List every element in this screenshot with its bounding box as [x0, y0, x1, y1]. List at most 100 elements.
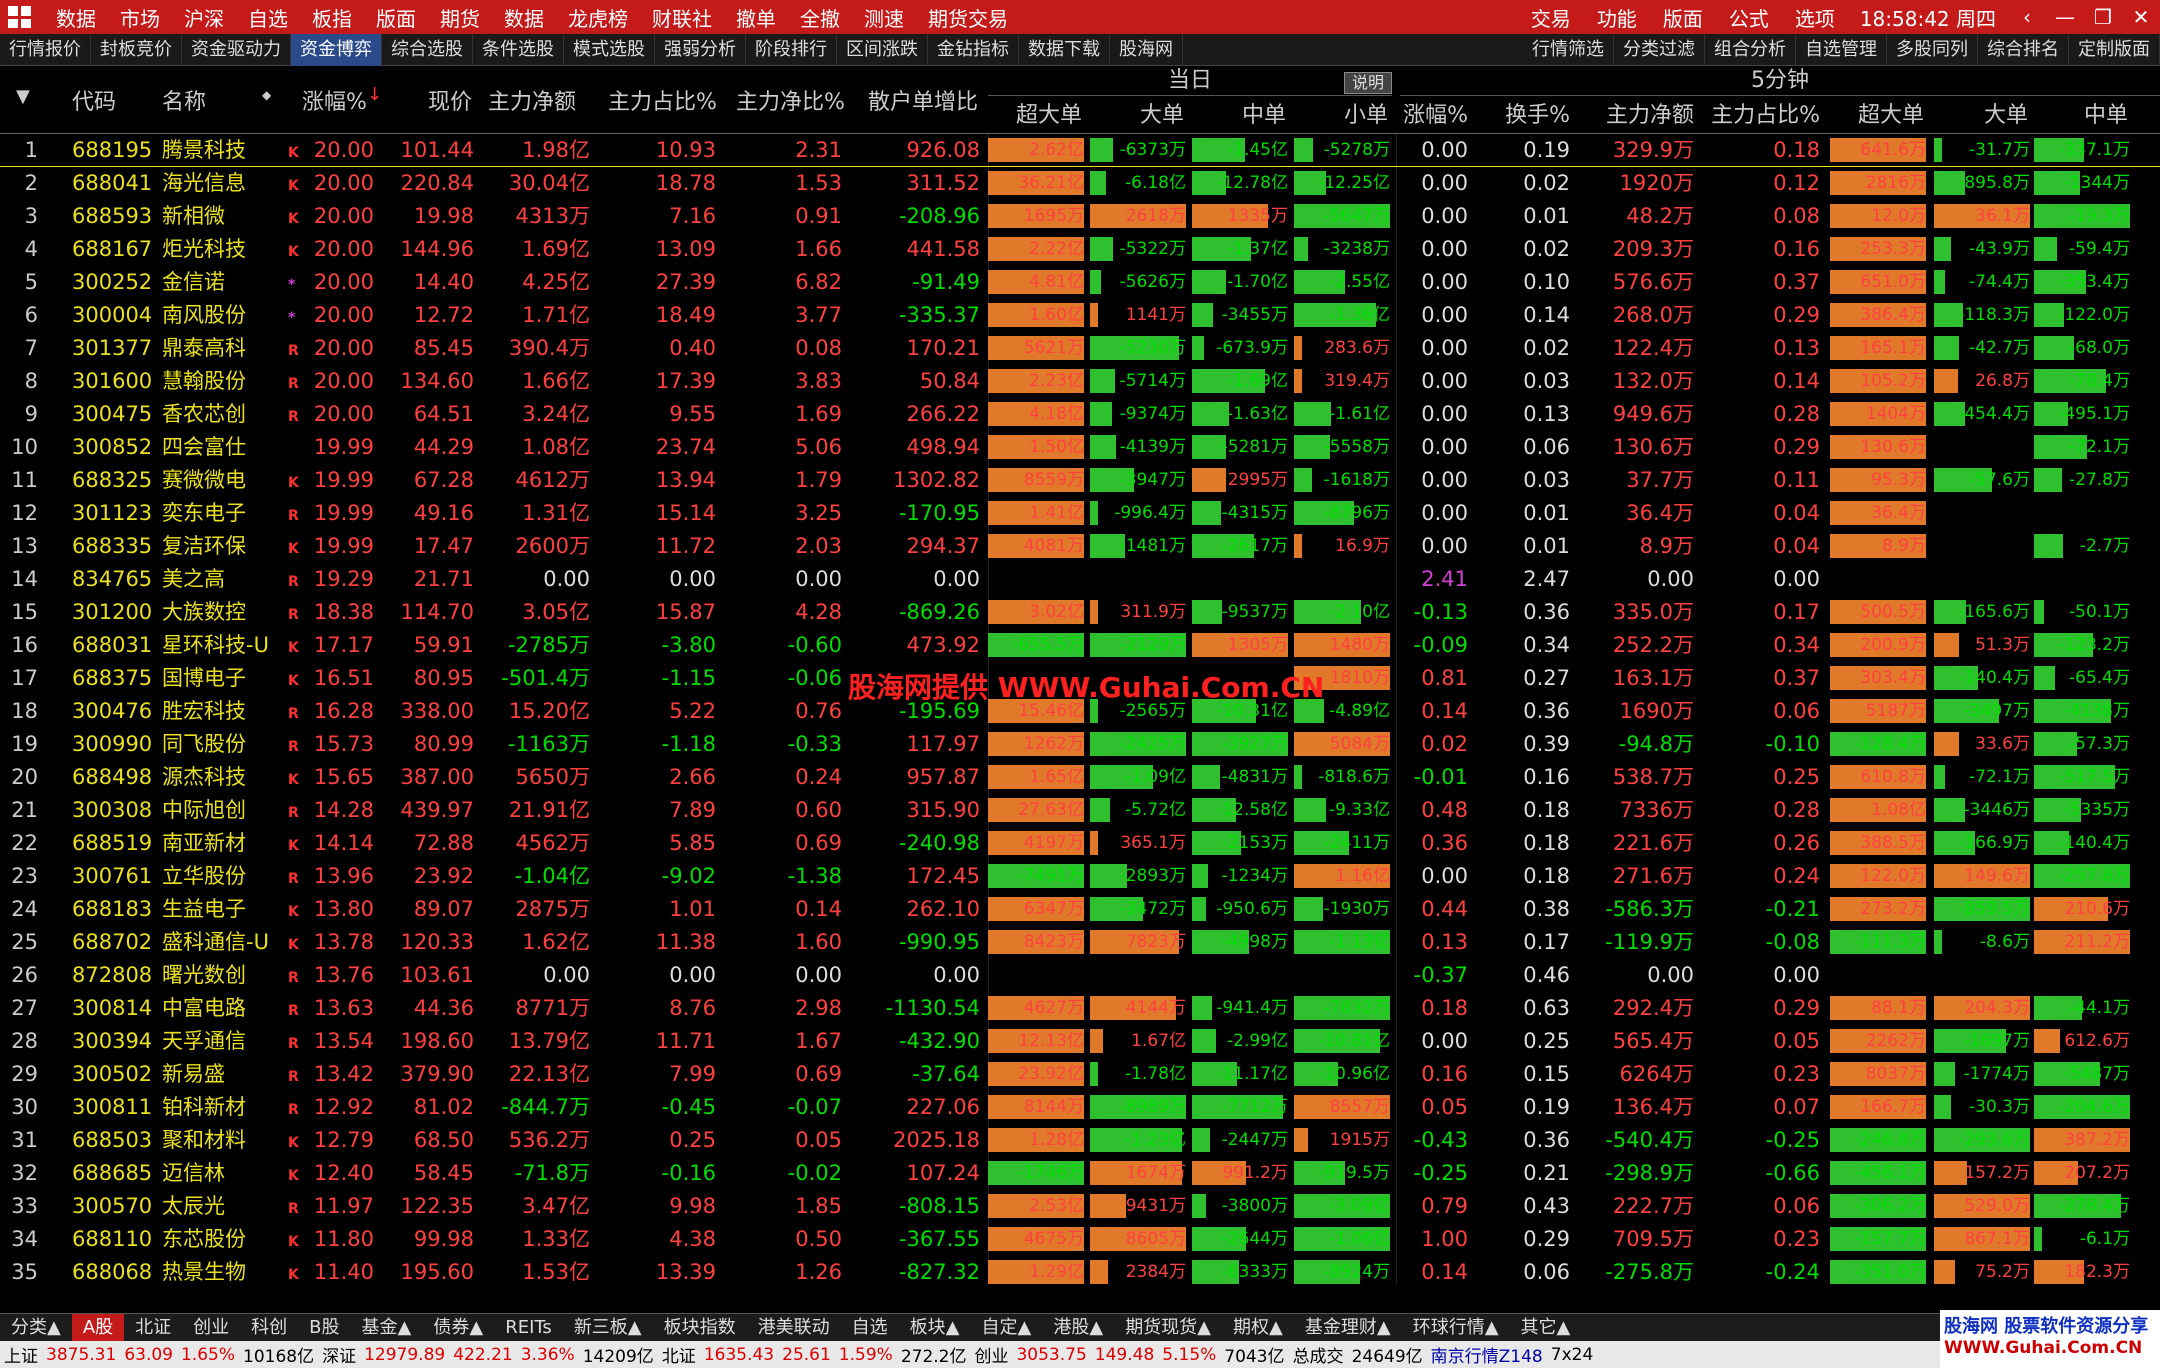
tab-item[interactable]: 封板竞价	[91, 33, 182, 66]
column-menu-icon[interactable]: ▼	[16, 86, 30, 107]
tab-item[interactable]: 条件选股	[473, 33, 564, 66]
menu-item[interactable]: 期货交易	[916, 3, 1020, 32]
market-tab[interactable]: 债券▲	[422, 1314, 494, 1342]
table-row[interactable]: 22 688519 南亚新材 K 14.14 72.88 4562万 5.85 0.69 -240…	[0, 827, 2160, 860]
market-tab[interactable]: B股	[298, 1314, 350, 1342]
table-row[interactable]: 25 688702 盛科通信-U K 13.78 120.33 1.62亿 11.38 1.60…	[0, 926, 2160, 959]
tab-item[interactable]: 金钻指标	[928, 33, 1019, 66]
table-row[interactable]: 21 300308 中际旭创 R 14.28 439.97 21.91亿 7.89 0.60 31…	[0, 794, 2160, 827]
table-row[interactable]: 8 301600 慧翰股份 R 20.00 134.60 1.66亿 17.39 3.83 50.…	[0, 365, 2160, 398]
market-tab[interactable]: 北证	[124, 1314, 182, 1342]
tab-item[interactable]: 资金博弈	[291, 33, 382, 66]
market-tab[interactable]: 基金▲	[351, 1314, 423, 1342]
back-icon[interactable]: ‹	[2008, 5, 2046, 29]
col-pct5[interactable]: 涨幅%	[1396, 100, 1468, 132]
col-retail[interactable]: 散户单增比	[868, 84, 978, 116]
table-row[interactable]: 5 300252 金信诺 * 20.00 14.40 4.25亿 27.39 6.82 -91.4…	[0, 266, 2160, 299]
tab-item[interactable]: 强弱分析	[655, 33, 746, 66]
explain-button[interactable]: 说明	[1344, 72, 1392, 94]
tab-item[interactable]: 数据下载	[1019, 33, 1110, 66]
server-name[interactable]: 南京行情Z148	[1427, 1342, 1547, 1367]
table-row[interactable]: 26 872808 曙光数创 R 13.76 103.61 0.00 0.00 0.00 0.00…	[0, 959, 2160, 992]
market-tab[interactable]: 创业	[182, 1314, 240, 1342]
market-tab[interactable]: 环球行情▲	[1402, 1314, 1510, 1342]
menu-item[interactable]: 数据	[492, 3, 556, 32]
table-row[interactable]: 20 688498 源杰科技 K 15.65 387.00 5650万 2.66 0.24 957…	[0, 761, 2160, 794]
table-row[interactable]: 14 834765 美之高 R 19.29 21.71 0.00 0.00 0.00 0.00 2.…	[0, 563, 2160, 596]
menu-item[interactable]: 全撤	[788, 3, 852, 32]
market-tab[interactable]: 期权▲	[1222, 1314, 1294, 1342]
tab-right-item[interactable]: 组合分析	[1705, 33, 1796, 66]
tab-item[interactable]: 阶段排行	[746, 33, 837, 66]
menu-item[interactable]: 数据	[44, 3, 108, 32]
table-row[interactable]: 34 688110 东芯股份 K 11.80 99.98 1.33亿 4.38 0.50 -367…	[0, 1223, 2160, 1256]
table-row[interactable]: 10 300852 四会富仕 19.99 44.29 1.08亿 23.74 5.06 498.…	[0, 431, 2160, 464]
table-row[interactable]: 1 688195 腾景科技 K 20.00 101.44 1.98亿 10.93 2.31 926…	[0, 134, 2160, 167]
col-name[interactable]: 名称	[162, 84, 206, 116]
menu-right-item[interactable]: 公式	[1716, 3, 1782, 32]
table-row[interactable]: 28 300394 天孚通信 R 13.54 198.60 13.79亿 11.71 1.67-…	[0, 1025, 2160, 1058]
market-tab[interactable]: 自定▲	[971, 1314, 1043, 1342]
tab-item[interactable]: 资金驱动力	[182, 33, 291, 66]
market-tab[interactable]: 板块▲	[899, 1314, 971, 1342]
tab-right-item[interactable]: 多股同列	[1887, 33, 1978, 66]
table-row[interactable]: 32 688685 迈信林 K 12.40 58.45 -71.8万 -0.16 -0.02 10…	[0, 1157, 2160, 1190]
col-l5[interactable]: 大单	[1934, 100, 2028, 132]
tab-item[interactable]: 综合选股	[382, 33, 473, 66]
menu-item[interactable]: 期货	[428, 3, 492, 32]
market-tab[interactable]: 基金理财▲	[1294, 1314, 1402, 1342]
table-row[interactable]: 16 688031 星环科技-U K 17.17 59.91 -2785万 -3.80 -0.6…	[0, 629, 2160, 662]
market-tab[interactable]: 期货现货▲	[1114, 1314, 1222, 1342]
col-xl5[interactable]: 超大单	[1830, 100, 1924, 132]
table-row[interactable]: 12 301123 奕东电子 R 19.99 49.16 1.31亿 15.14 3.25 -17…	[0, 497, 2160, 530]
menu-item[interactable]: 板指	[300, 3, 364, 32]
tab-item[interactable]: 行情报价	[0, 33, 91, 66]
table-row[interactable]: 15 301200 大族数控 R 18.38 114.70 3.05亿 15.87 4.28 -8…	[0, 596, 2160, 629]
app-logo-icon[interactable]	[8, 6, 34, 28]
menu-item[interactable]: 版面	[364, 3, 428, 32]
market-tab[interactable]: 港股▲	[1042, 1314, 1114, 1342]
market-tab[interactable]: REITs	[494, 1314, 563, 1342]
menu-item[interactable]: 自选	[236, 3, 300, 32]
market-tab[interactable]: 板块指数	[653, 1314, 747, 1342]
menu-right-item[interactable]: 功能	[1584, 3, 1650, 32]
menu-item[interactable]: 财联社	[640, 3, 724, 32]
table-row[interactable]: 30 300811 铂科新材 R 12.92 81.02 -844.7万 -0.45 -0.07…	[0, 1091, 2160, 1124]
menu-item[interactable]: 撤单	[724, 3, 788, 32]
table-row[interactable]: 33 300570 太辰光 R 11.97 122.35 3.47亿 9.98 1.85 -808…	[0, 1190, 2160, 1223]
table-row[interactable]: 27 300814 中富电路 R 13.63 44.36 8771万 8.76 2.98 -113…	[0, 992, 2160, 1025]
minimize-icon[interactable]: —	[2046, 5, 2084, 29]
market-tab[interactable]: 分类▲	[0, 1314, 72, 1342]
table-row[interactable]: 13 688335 复洁环保 K 19.99 17.47 2600万 11.72 2.03 294…	[0, 530, 2160, 563]
col-s[interactable]: 小单	[1294, 100, 1388, 132]
col-mid[interactable]: 中单	[1192, 100, 1286, 132]
table-row[interactable]: 4 688167 炬光科技 K 20.00 144.96 1.69亿 13.09 1.66 441…	[0, 233, 2160, 266]
table-row[interactable]: 35 688068 热景生物 K 11.40 195.60 1.53亿 13.39 1.26 -8…	[0, 1256, 2160, 1289]
table-row[interactable]: 2 688041 海光信息 K 20.00 220.84 30.04亿 18.78 1.53 31…	[0, 167, 2160, 200]
tab-right-item[interactable]: 综合排名	[1978, 33, 2069, 66]
col-xl[interactable]: 超大单	[988, 100, 1082, 132]
market-tab[interactable]: 自选	[841, 1314, 899, 1342]
market-tab[interactable]: A股	[71, 1313, 125, 1342]
tab-item[interactable]: 股海网	[1110, 33, 1183, 66]
col-code[interactable]: 代码	[72, 84, 116, 116]
col-price[interactable]: 现价	[428, 84, 472, 116]
table-row[interactable]: 3 688593 新相微 K 20.00 19.98 4313万 7.16 0.91 -208.9…	[0, 200, 2160, 233]
tab-item[interactable]: 模式选股	[564, 33, 655, 66]
col-netratio[interactable]: 主力净比%	[736, 84, 845, 116]
menu-item[interactable]: 测速	[852, 3, 916, 32]
table-row[interactable]: 29 300502 新易盛 R 13.42 379.90 22.13亿 7.99 0.69 -37…	[0, 1058, 2160, 1091]
col-l[interactable]: 大单	[1090, 100, 1184, 132]
market-tab[interactable]: 新三板▲	[563, 1314, 653, 1342]
market-tab[interactable]: 科创	[240, 1314, 298, 1342]
menu-right-item[interactable]: 交易	[1518, 3, 1584, 32]
table-row[interactable]: 31 688503 聚和材料 K 12.79 68.50 536.2万 0.25 0.05 202…	[0, 1124, 2160, 1157]
tab-right-item[interactable]: 定制版面	[2069, 33, 2160, 66]
menu-right-item[interactable]: 选项	[1782, 3, 1848, 32]
market-tab[interactable]: 其它▲	[1510, 1314, 1582, 1342]
col-ratio[interactable]: 主力占比%	[608, 84, 717, 116]
menu-item[interactable]: 龙虎榜	[556, 3, 640, 32]
table-row[interactable]: 19 300990 同飞股份 R 15.73 80.99 -1163万 -1.18 -0.33 1…	[0, 728, 2160, 761]
tab-item[interactable]: 区间涨跌	[837, 33, 928, 66]
table-row[interactable]: 23 300761 立华股份 R 13.96 23.92 -1.04亿 -9.02 -1.38 1…	[0, 860, 2160, 893]
